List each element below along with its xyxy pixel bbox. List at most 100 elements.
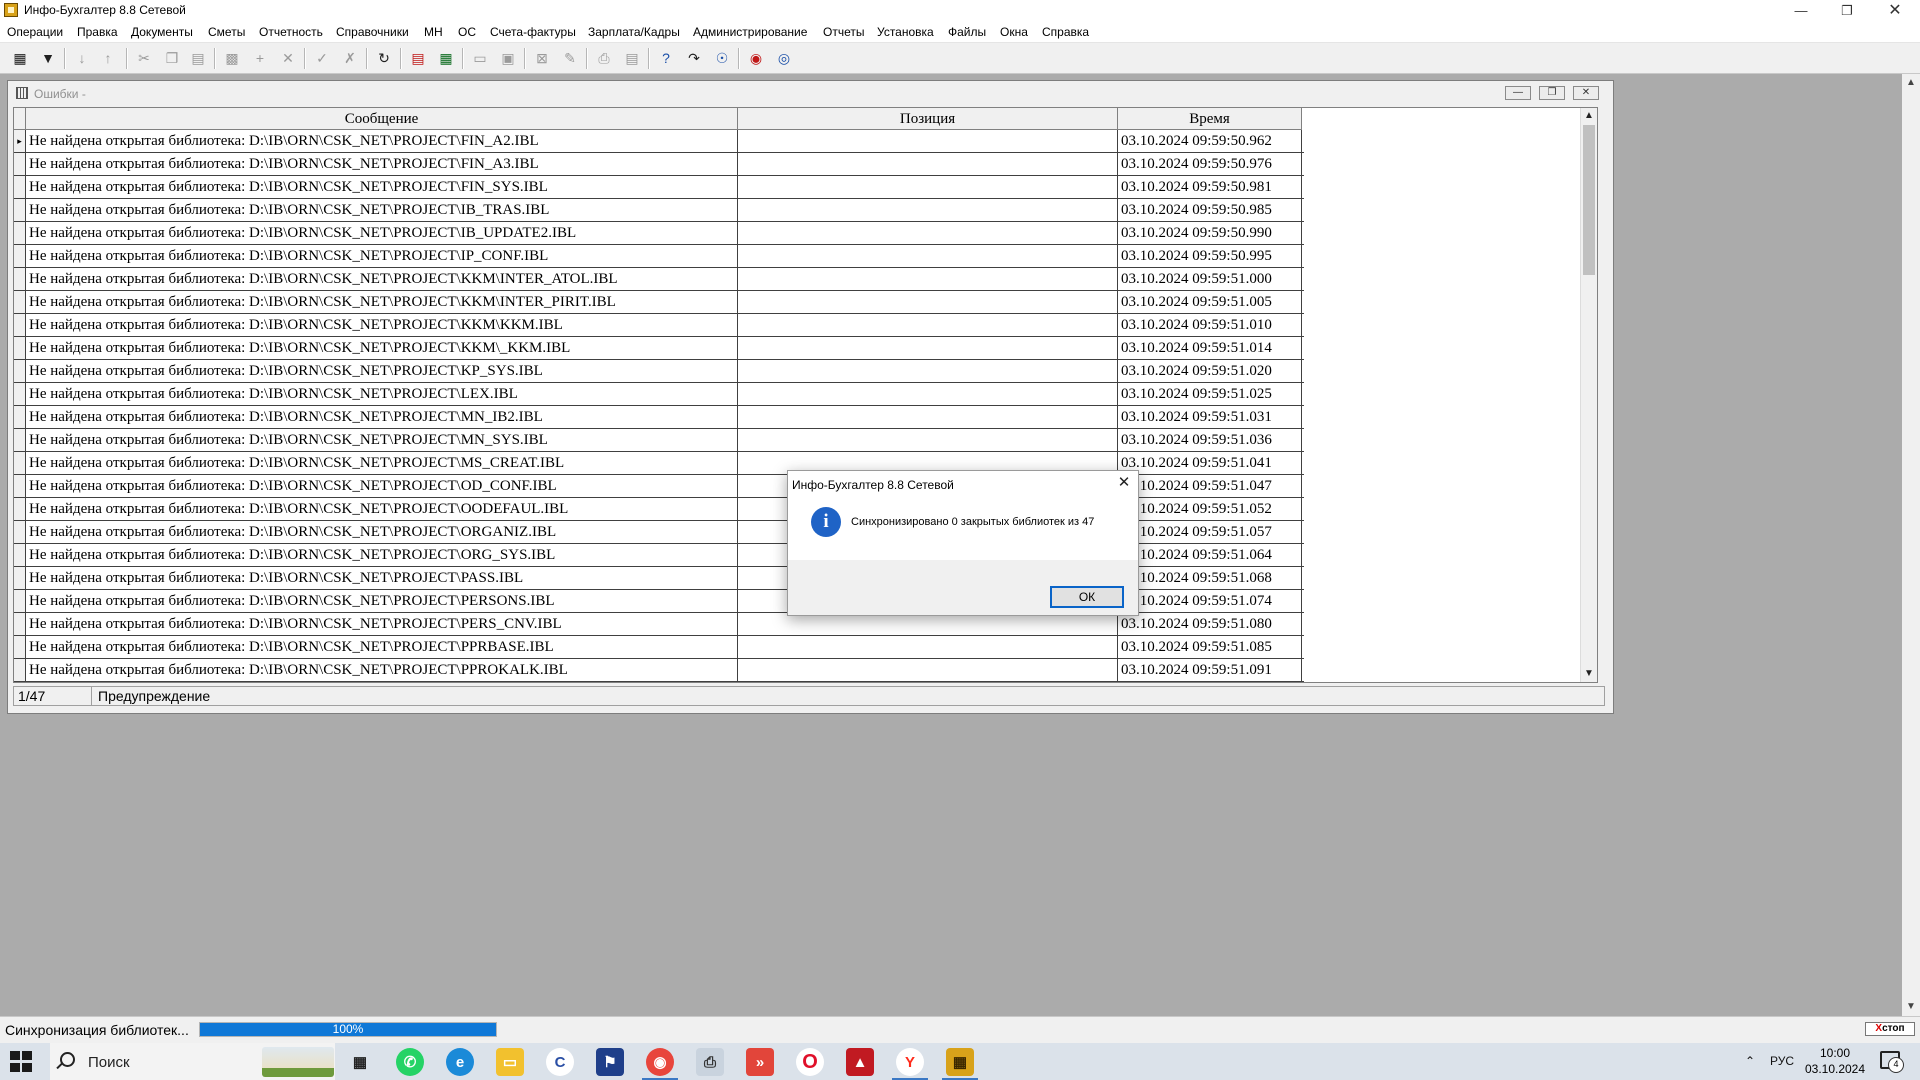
table-row[interactable]: Не найдена открытая библиотека: D:\IB\OR… [14,659,1304,682]
message-cell[interactable]: Не найдена открытая библиотека: D:\IB\OR… [26,429,738,451]
row-indicator[interactable] [14,613,26,635]
menu-reports[interactable]: Отчеты [823,25,864,39]
position-cell[interactable] [738,383,1118,405]
mark-icon[interactable]: ✓ [312,48,332,68]
position-cell[interactable] [738,337,1118,359]
menu-payroll[interactable]: Зарплата/Кадры [588,25,680,39]
table-row[interactable]: Не найдена открытая библиотека: D:\IB\OR… [14,199,1304,222]
time-cell[interactable]: 03.10.2024 09:59:50.985 [1118,199,1302,221]
message-cell[interactable]: Не найдена открытая библиотека: D:\IB\OR… [26,567,738,589]
position-cell[interactable] [738,659,1118,681]
child-restore-button[interactable]: ❐ [1539,86,1565,100]
message-cell[interactable]: Не найдена открытая библиотека: D:\IB\OR… [26,245,738,267]
flag-app-icon[interactable]: ⚑ [596,1048,624,1076]
menu-help[interactable]: Справка [1042,25,1089,39]
excel-export-icon[interactable]: ▦ [436,48,456,68]
row-indicator[interactable] [14,475,26,497]
position-cell[interactable] [738,222,1118,244]
menu-reporting[interactable]: Отчетность [259,25,323,39]
time-cell[interactable]: 03.10.2024 09:59:51.041 [1118,452,1302,474]
table-row[interactable]: Не найдена открытая библиотека: D:\IB\OR… [14,222,1304,245]
time-cell[interactable]: 03.10.2024 09:59:51.052 [1118,498,1302,520]
time-cell[interactable]: 03.10.2024 09:59:51.014 [1118,337,1302,359]
scroll-down-arrow-icon[interactable]: ▼ [1581,666,1597,682]
message-cell[interactable]: Не найдена открытая библиотека: D:\IB\OR… [26,222,738,244]
position-cell[interactable] [738,406,1118,428]
menu-references[interactable]: Справочники [336,25,409,39]
row-indicator[interactable] [14,337,26,359]
table-row[interactable]: Не найдена открытая библиотека: D:\IB\OR… [14,360,1304,383]
time-cell[interactable]: 03.10.2024 09:59:50.995 [1118,245,1302,267]
menu-operations[interactable]: Операции [7,25,63,39]
close-button[interactable]: ✕ [1872,0,1918,22]
yandex-browser-icon[interactable]: Y [892,1048,928,1080]
taskbar-search-box[interactable]: Поиск [50,1043,335,1080]
column-header-position[interactable]: Позиция [738,108,1118,130]
position-cell[interactable] [738,245,1118,267]
sort-descending-icon[interactable]: ↑ [98,48,118,68]
message-cell[interactable]: Не найдена открытая библиотека: D:\IB\OR… [26,291,738,313]
message-cell[interactable]: Не найдена открытая библиотека: D:\IB\OR… [26,452,738,474]
message-cell[interactable]: Не найдена открытая библиотека: D:\IB\OR… [26,268,738,290]
row-indicator[interactable] [14,245,26,267]
time-cell[interactable]: 03.10.2024 09:59:51.080 [1118,613,1302,635]
whatsapp-icon[interactable]: ✆ [396,1048,424,1076]
stop-button[interactable]: Xстоп [1865,1022,1915,1036]
menu-install[interactable]: Установка [877,25,934,39]
table-row[interactable]: Не найдена открытая библиотека: D:\IB\OR… [14,406,1304,429]
globe-icon[interactable]: ◎ [774,48,794,68]
table-row[interactable]: Не найдена открытая библиотека: D:\IB\OR… [14,636,1304,659]
table-row[interactable]: Не найдена открытая библиотека: D:\IB\OR… [14,176,1304,199]
row-indicator[interactable] [14,567,26,589]
save-icon[interactable]: ▣ [498,48,518,68]
delete-icon[interactable]: ✕ [278,48,298,68]
time-cell[interactable]: 03.10.2024 09:59:51.057 [1118,521,1302,543]
time-cell[interactable]: 03.10.2024 09:59:51.047 [1118,475,1302,497]
table-row[interactable]: Не найдена открытая библиотека: D:\IB\OR… [14,383,1304,406]
position-cell[interactable] [738,153,1118,175]
table-row[interactable]: ▸ Не найдена открытая библиотека: D:\IB\O… [14,130,1304,153]
scroll-up-arrow-icon[interactable]: ▲ [1581,108,1597,124]
time-cell[interactable]: 03.10.2024 09:59:51.036 [1118,429,1302,451]
time-cell[interactable]: 03.10.2024 09:59:51.000 [1118,268,1302,290]
menu-invoices[interactable]: Счета-фактуры [490,25,576,39]
position-cell[interactable] [738,291,1118,313]
position-cell[interactable] [738,130,1118,152]
row-indicator[interactable] [14,268,26,290]
message-cell[interactable]: Не найдена открытая библиотека: D:\IB\OR… [26,130,738,152]
dialog-close-button[interactable]: ✕ [1114,473,1134,493]
lifebuoy-icon[interactable]: ◉ [746,48,766,68]
open-folder-icon[interactable]: ▭ [470,48,490,68]
menu-administration[interactable]: Администрирование [693,25,807,39]
time-cell[interactable]: 03.10.2024 09:59:50.962 [1118,130,1302,152]
message-cell[interactable]: Не найдена открытая библиотека: D:\IB\OR… [26,360,738,382]
table-row[interactable]: Не найдена открытая библиотека: D:\IB\OR… [14,153,1304,176]
position-cell[interactable] [738,199,1118,221]
chrome-icon[interactable]: ◉ [642,1048,678,1080]
row-indicator[interactable] [14,176,26,198]
table-row[interactable]: Не найдена открытая библиотека: D:\IB\OR… [14,337,1304,360]
tray-overflow-chevron-icon[interactable]: ⌃ [1745,1043,1755,1080]
message-cell[interactable]: Не найдена открытая библиотека: D:\IB\OR… [26,406,738,428]
scroll-thumb[interactable] [1583,125,1595,275]
help-icon[interactable]: ? [656,48,676,68]
taskbar-clock[interactable]: 10:00 03.10.2024 [1800,1045,1870,1077]
time-cell[interactable]: 03.10.2024 09:59:51.020 [1118,360,1302,382]
menu-mn[interactable]: МН [424,25,443,39]
table-row[interactable]: Не найдена открытая библиотека: D:\IB\OR… [14,268,1304,291]
row-indicator[interactable] [14,153,26,175]
time-cell[interactable]: 03.10.2024 09:59:50.976 [1118,153,1302,175]
time-cell[interactable]: 03.10.2024 09:59:51.025 [1118,383,1302,405]
task-view-icon[interactable]: ▦ [346,1048,374,1076]
message-cell[interactable]: Не найдена открытая библиотека: D:\IB\OR… [26,475,738,497]
time-cell[interactable]: 03.10.2024 09:59:51.064 [1118,544,1302,566]
child-minimize-button[interactable]: — [1505,86,1531,100]
column-header-time[interactable]: Время [1118,108,1302,130]
refresh-icon[interactable]: ↻ [374,48,394,68]
message-cell[interactable]: Не найдена открытая библиотека: D:\IB\OR… [26,383,738,405]
ok-button[interactable]: ОК [1050,586,1124,608]
message-cell[interactable]: Не найдена открытая библиотека: D:\IB\OR… [26,498,738,520]
cut-icon[interactable]: ✂ [134,48,154,68]
main-scroll-down-arrow-icon[interactable]: ▼ [1902,998,1920,1016]
file-explorer-icon[interactable]: ▭ [496,1048,524,1076]
